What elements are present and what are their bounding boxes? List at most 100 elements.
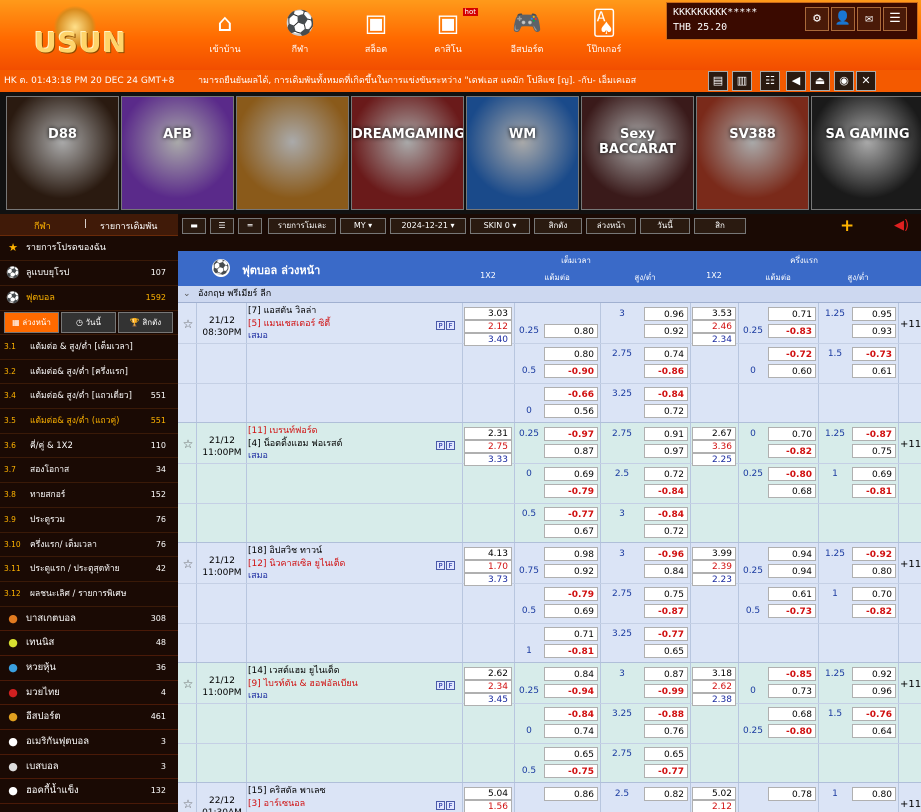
fh-odds-under[interactable]: 0.75 (852, 444, 896, 458)
odds-under[interactable]: 0.72 (644, 404, 688, 418)
collapse-all-button[interactable]: ▬ (182, 218, 206, 234)
odds-handicap-away[interactable]: -0.90 (544, 364, 598, 378)
preview-icon[interactable]: P (436, 801, 445, 810)
fh-odds-over[interactable]: 0.92 (852, 667, 896, 681)
odds-handicap-home[interactable]: 0.71 (544, 627, 598, 641)
nav-soccer-ball[interactable]: ⚽ กีฬา (270, 8, 330, 56)
odds-1x2-ft[interactable]: 3.40 (464, 333, 512, 346)
fh-odds-away[interactable]: -0.80 (768, 724, 816, 738)
odds-over[interactable]: 0.96 (644, 307, 688, 321)
mail-icon[interactable]: ✉ (857, 7, 881, 31)
odds-handicap-away[interactable]: -0.75 (544, 764, 598, 778)
odds-1x2-ft[interactable]: 2.34 (464, 680, 512, 693)
fh-odds-home[interactable]: -0.72 (768, 347, 816, 361)
game-banner[interactable]: Sexy BACCARAT (581, 96, 694, 210)
sidebar-item[interactable]: ⚽ ลูแบบยุโรป 107 (0, 261, 178, 286)
odds-1x2-ft[interactable]: 2.12 (464, 320, 512, 333)
odds-over[interactable]: 0.87 (644, 667, 688, 681)
settings-gear-icon[interactable]: ⚙ (805, 7, 829, 31)
eye-icon[interactable]: ◉ (834, 71, 854, 91)
early-button[interactable]: ล่วงหน้า (586, 218, 636, 234)
odds-under[interactable]: -0.99 (644, 684, 688, 698)
favorite-star-icon[interactable]: ☆ (181, 437, 195, 451)
odds-handicap-away[interactable]: -0.81 (544, 644, 598, 658)
fh-odds-under[interactable]: 0.93 (852, 324, 896, 338)
fh-odds-home[interactable]: 0.71 (768, 307, 816, 321)
odds-1x2-ft[interactable]: 3.03 (464, 307, 512, 320)
view-single-icon[interactable]: ▤ (708, 71, 728, 91)
list-view-icon[interactable]: ═ (238, 218, 262, 234)
odds-1x2-ft[interactable]: 3.45 (464, 693, 512, 706)
odds-handicap-away[interactable]: 0.80 (544, 324, 598, 338)
odds-1x2-fh[interactable]: 2.23 (692, 573, 736, 586)
odds-1x2-fh[interactable]: 2.62 (692, 680, 736, 693)
odds-handicap-home[interactable]: 0.65 (544, 747, 598, 761)
fh-odds-home[interactable]: 0.61 (768, 587, 816, 601)
odds-handicap-away[interactable]: -0.79 (544, 484, 598, 498)
nav-gamepad[interactable]: 🎮 อีสปอร์ต (497, 8, 557, 56)
odds-1x2-ft[interactable]: 5.04 (464, 787, 512, 800)
user-profile-icon[interactable]: 👤 (831, 7, 855, 31)
sort-icon[interactable]: ☰ (210, 218, 234, 234)
preview-icon[interactable]: P (436, 681, 445, 690)
odds-under[interactable]: -0.84 (644, 484, 688, 498)
odds-under[interactable]: -0.77 (644, 764, 688, 778)
sport-item[interactable]: ● อีสปอร์ต 461 (0, 705, 178, 730)
preview-icon[interactable]: P (436, 321, 445, 330)
fh-odds-home[interactable]: 0.68 (768, 707, 816, 721)
market-item[interactable]: 3.8 ทายสกอร์ 152 (0, 483, 178, 508)
odds-1x2-fh[interactable]: 2.67 (692, 427, 736, 440)
game-banner[interactable]: SV388 (696, 96, 809, 210)
odds-under[interactable]: 0.65 (644, 644, 688, 658)
odds-1x2-ft[interactable]: 3.73 (464, 573, 512, 586)
odds-under[interactable]: 0.84 (644, 564, 688, 578)
game-banner[interactable]: SA GAMING (811, 96, 921, 210)
fh-odds-over[interactable]: 0.95 (852, 307, 896, 321)
odds-handicap-home[interactable]: -0.84 (544, 707, 598, 721)
tab-sports[interactable]: กีฬา (34, 219, 51, 233)
odds-1x2-fh[interactable]: 3.18 (692, 667, 736, 680)
odds-handicap-away[interactable]: 0.67 (544, 524, 598, 538)
odds-under[interactable]: 0.72 (644, 524, 688, 538)
odds-1x2-ft[interactable]: 2.75 (464, 440, 512, 453)
market-item[interactable]: 3.11 ประตูแรก / ประตูสุดท้าย 42 (0, 557, 178, 582)
sport-item[interactable]: ● ฮอคกี้น้ำแข็ง 132 (0, 779, 178, 805)
market-item[interactable]: 3.6 คี่/คู่ & 1X2 110 (0, 434, 178, 459)
fh-odds-under[interactable]: 0.96 (852, 684, 896, 698)
odds-handicap-home[interactable]: -0.79 (544, 587, 598, 601)
sport-item[interactable]: ● หวยหุ้น 36 (0, 655, 178, 681)
odds-over[interactable]: 0.74 (644, 347, 688, 361)
odds-handicap-away[interactable]: 0.74 (544, 724, 598, 738)
fh-odds-over[interactable]: -0.92 (852, 547, 896, 561)
collapse-left-icon[interactable]: ◀ (786, 71, 806, 91)
odds-handicap-home[interactable]: -0.66 (544, 387, 598, 401)
odds-1x2-ft[interactable]: 1.56 (464, 800, 512, 812)
fh-odds-away[interactable]: 0.60 (768, 364, 816, 378)
stats-icon[interactable]: F (446, 441, 455, 450)
odds-over[interactable]: -0.84 (644, 507, 688, 521)
close-icon[interactable]: ✕ (856, 71, 876, 91)
market-item[interactable]: 3.10 ครึ่งแรก/ เต็มเวลา 76 (0, 533, 178, 558)
odds-under[interactable]: -0.86 (644, 364, 688, 378)
market-item[interactable]: 3.4 แต้มต่อ& สูง/ต่ำ [แถวเดี่ยว] 551 (0, 384, 178, 410)
fh-odds-over[interactable]: 0.69 (852, 467, 896, 481)
odds-over[interactable]: 0.72 (644, 467, 688, 481)
fh-odds-over[interactable]: -0.73 (852, 347, 896, 361)
skin-select[interactable]: SKIN 0 ▾ (470, 218, 530, 234)
nav-slot[interactable]: ▣ สล็อต (346, 8, 406, 56)
stats-icon[interactable]: F (446, 321, 455, 330)
more-markets-button[interactable]: +11 (900, 319, 921, 330)
favorite-star-icon[interactable]: ☆ (181, 317, 195, 331)
favorite-star-icon[interactable]: ☆ (181, 797, 195, 811)
subtab-clock[interactable]: ◷ วันนี้ (61, 312, 116, 333)
odds-over[interactable]: 0.75 (644, 587, 688, 601)
stats-icon[interactable]: F (446, 561, 455, 570)
game-banner[interactable] (236, 96, 349, 210)
odds-handicap-home[interactable]: 0.98 (544, 547, 598, 561)
odds-under[interactable]: -0.87 (644, 604, 688, 618)
odds-handicap-home[interactable]: 0.86 (544, 787, 598, 801)
odds-handicap-home[interactable]: 0.80 (544, 347, 598, 361)
more-markets-button[interactable]: +11 (900, 439, 921, 450)
odds-1x2-fh[interactable]: 5.02 (692, 787, 736, 800)
odds-1x2-fh[interactable]: 2.39 (692, 560, 736, 573)
